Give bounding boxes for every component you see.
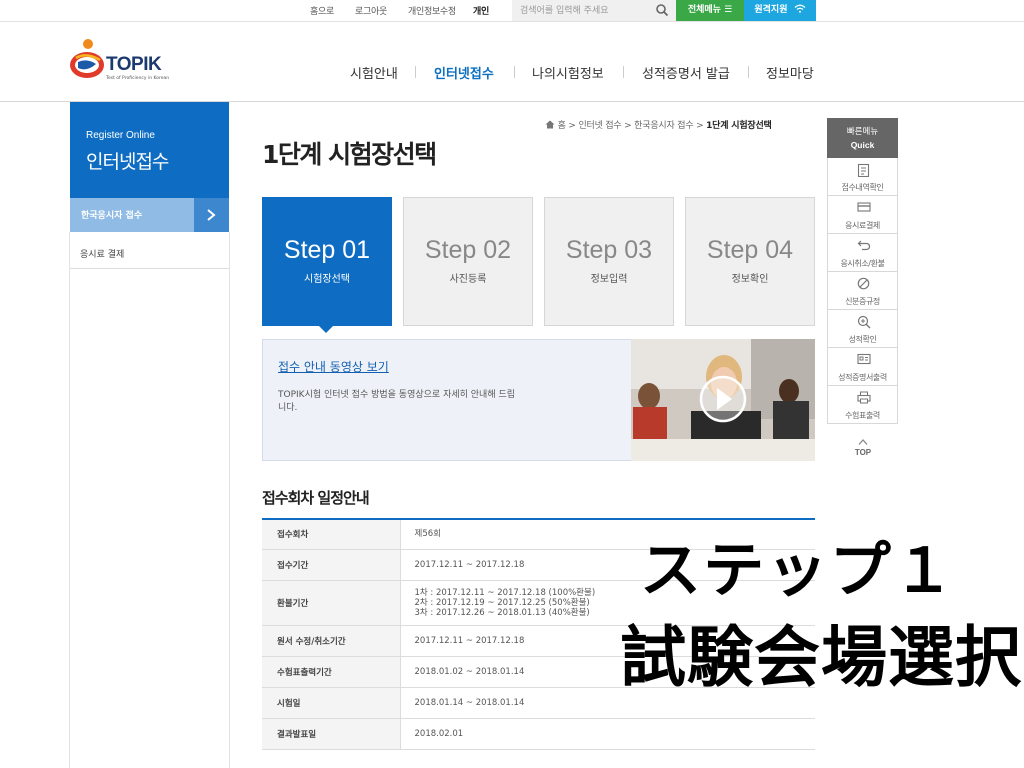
sidebar-item-label: 한국응시자 접수	[81, 211, 143, 221]
clipboard-icon	[857, 163, 870, 177]
row-label: 시험일	[262, 687, 401, 719]
logout-link[interactable]: 로그아웃	[355, 4, 387, 17]
quick-menu: 빠른메뉴 Quick 접수내역확인 응시료결제 응시취소/환불 신분증규정 성적…	[827, 118, 898, 424]
step-number: Step 04	[706, 236, 794, 264]
classroom-photo	[631, 339, 815, 461]
breadcrumb-item[interactable]: 인터넷 접수	[578, 121, 621, 131]
quick-menu-title-en: Quick	[850, 140, 875, 150]
card-icon	[857, 202, 871, 212]
remote-support-label: 원격지원	[754, 5, 788, 15]
quick-item-fee-payment[interactable]: 응시료결제	[827, 196, 898, 234]
quick-item-label: 성적확인	[848, 335, 877, 344]
step-label: 정보입력	[590, 274, 628, 285]
step-pointer	[319, 326, 333, 333]
site-header: TOPIK Test of Proficiency in Korean 시험안내…	[0, 22, 1024, 102]
row-value: 2018.02.01	[400, 718, 815, 750]
row-label: 접수기간	[262, 549, 401, 581]
quick-item-label: 접수내역확인	[841, 183, 884, 192]
gnb-certificate[interactable]: 성적증명서 발급	[642, 63, 730, 82]
quick-item-label: 응시료결제	[845, 221, 880, 230]
breadcrumb-item[interactable]: 한국응시자 접수	[634, 121, 693, 131]
page-title: 1단계 시험장선택	[262, 140, 437, 169]
quick-item-score-check[interactable]: 성적확인	[827, 310, 898, 348]
row-label: 환불기간	[262, 580, 401, 626]
sidebar-eng-title: Register Online	[86, 130, 155, 141]
breadcrumb-current: 1단계 시험장선택	[706, 121, 772, 131]
utility-bar: 홈으로 로그아웃 개인정보수정 개인 전체메뉴 ☰ 원격지원	[0, 0, 1024, 22]
quick-item-label: 응시취소/환불	[840, 259, 885, 268]
table-row: 결과발표일 2018.02.01	[262, 718, 815, 750]
search-icon[interactable]	[655, 3, 669, 17]
home-icon[interactable]	[545, 120, 555, 129]
wifi-icon	[794, 4, 806, 13]
sidebar-border	[229, 232, 230, 768]
row-label: 수험표출력기간	[262, 656, 401, 688]
step-label: 정보확인	[731, 274, 769, 285]
quick-item-certificate-print[interactable]: 성적증명서출력	[827, 348, 898, 386]
search-input[interactable]	[512, 0, 676, 21]
step-number: Step 02	[424, 236, 512, 264]
scroll-top-label: TOP	[854, 448, 872, 457]
gnb-divider	[415, 66, 416, 78]
zoom-in-icon	[857, 315, 871, 329]
quick-item-admission-ticket[interactable]: 수험표출력	[827, 386, 898, 424]
logo-wordmark: TOPIK	[106, 54, 162, 75]
quick-menu-title: 빠른메뉴	[846, 127, 879, 137]
row-label: 접수회차	[262, 519, 401, 550]
sidebar-title: 인터넷접수	[86, 151, 169, 173]
sidebar-item-payment[interactable]: 응시료 결제	[80, 247, 124, 260]
quick-menu-header: 빠른메뉴 Quick	[827, 118, 898, 158]
gnb-divider	[623, 66, 624, 78]
gnb-info-board[interactable]: 정보마당	[766, 63, 814, 82]
logo-subtitle: Test of Proficiency in Korean	[106, 76, 170, 81]
video-guide-description: TOPIK시험 인터넷 접수 방법을 동영상으로 자세히 안내해 드립니다.	[278, 390, 516, 413]
step-number: Step 01	[283, 236, 371, 264]
gnb-my-exam[interactable]: 나의시험정보	[532, 63, 604, 82]
prohibited-icon	[857, 277, 870, 290]
row-label: 결과발표일	[262, 718, 401, 750]
all-menu-button[interactable]: 전체메뉴 ☰	[676, 0, 744, 21]
caption-line-2: 試験会場選択	[620, 619, 1022, 696]
quick-item-label: 성적증명서출력	[838, 373, 887, 382]
gnb-exam-info[interactable]: 시험안내	[350, 63, 398, 82]
sidebar-divider	[70, 268, 229, 269]
row-label: 원서 수정/취소기간	[262, 625, 401, 657]
printer-icon	[857, 391, 871, 404]
personal-link[interactable]: 개인	[473, 4, 489, 17]
video-thumbnail[interactable]	[631, 339, 815, 461]
step-1-select-venue[interactable]: Step 01 시험장선택	[262, 197, 392, 326]
return-arrow-icon	[857, 240, 871, 251]
step-number: Step 03	[565, 236, 653, 264]
caret-up-icon	[858, 439, 868, 445]
gnb-divider	[514, 66, 515, 78]
quick-item-registration-history[interactable]: 접수내역확인	[827, 158, 898, 196]
chevron-right-icon	[207, 209, 216, 221]
breadcrumb: 홈 > 인터넷 접수 > 한국응시자 접수 > 1단계 시험장선택	[545, 118, 772, 131]
caption-line-1: ステップ１	[639, 536, 957, 606]
sidebar-arrow-button[interactable]	[194, 198, 229, 232]
quick-item-label: 수험표출력	[845, 411, 880, 420]
video-guide-link[interactable]: 접수 안내 동영상 보기	[278, 358, 389, 375]
quick-item-id-rules[interactable]: 신분증규정	[827, 272, 898, 310]
gnb-online-registration[interactable]: 인터넷접수	[434, 63, 494, 82]
step-label: 사진등록	[449, 274, 487, 285]
edit-profile-link[interactable]: 개인정보수정	[408, 4, 456, 17]
quick-item-label: 신분증규정	[845, 297, 880, 306]
quick-item-cancel-refund[interactable]: 응시취소/환불	[827, 234, 898, 272]
schedule-title: 접수회차 일정안내	[262, 489, 370, 507]
breadcrumb-home[interactable]: 홈	[558, 121, 566, 131]
step-4-confirm: Step 04 정보확인	[685, 197, 815, 326]
certificate-icon	[857, 353, 871, 365]
scroll-top-button[interactable]: TOP	[851, 430, 875, 457]
home-link[interactable]: 홈으로	[310, 4, 334, 17]
remote-support-button[interactable]: 원격지원	[744, 0, 816, 21]
sidebar-border	[69, 232, 70, 768]
step-2-photo: Step 02 사진등록	[403, 197, 533, 326]
step-3-info-input: Step 03 정보입력	[544, 197, 674, 326]
step-label: 시험장선택	[304, 274, 350, 285]
gnb-divider	[748, 66, 749, 78]
